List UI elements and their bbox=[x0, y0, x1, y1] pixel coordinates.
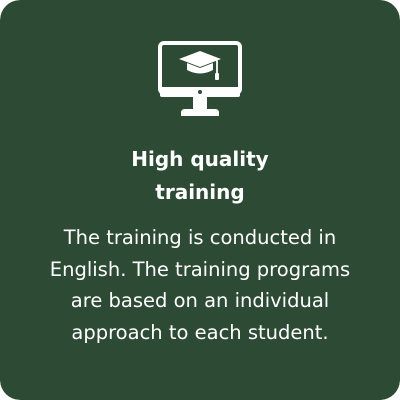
monitor-graduation-cap-icon bbox=[157, 40, 243, 120]
card-description: The training is conducted in English. Th… bbox=[49, 226, 351, 344]
feature-card: High quality training The training is co… bbox=[0, 0, 400, 400]
card-title-line-1: High quality bbox=[131, 147, 269, 171]
card-title-line-2: training bbox=[155, 180, 245, 204]
card-title: High quality training bbox=[40, 143, 360, 209]
